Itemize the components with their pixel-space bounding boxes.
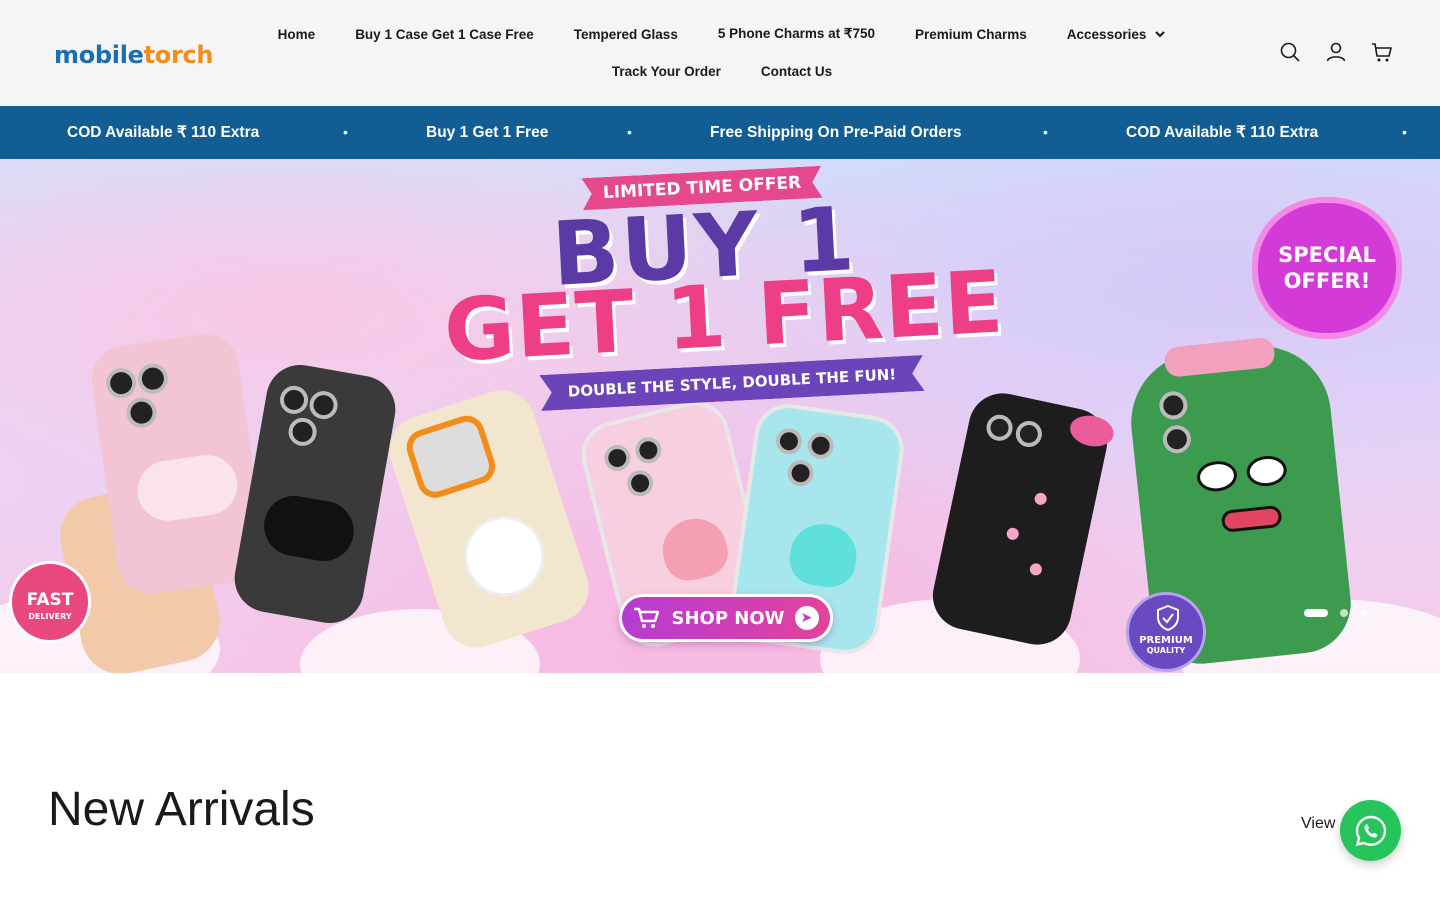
view-all-link[interactable]: View	[1301, 815, 1335, 833]
special-offer-line1: SPECIAL	[1278, 243, 1376, 267]
nav-item-accessories[interactable]: Accessories	[1047, 27, 1187, 42]
nav-item-buy1get1[interactable]: Buy 1 Case Get 1 Case Free	[335, 27, 554, 42]
hero-banner[interactable]: LIMITED TIME OFFER BUY 1 GET 1 FREE DOUB…	[0, 159, 1440, 673]
cart-icon	[634, 607, 660, 628]
fast-delivery-badge: FAST DELIVERY	[9, 561, 91, 643]
black-fluffy-case	[229, 359, 401, 629]
whatsapp-button[interactable]	[1340, 800, 1401, 861]
hero-headline-get1free: GET 1 FREE	[441, 252, 1007, 382]
nav-item-contact-us[interactable]: Contact Us	[741, 64, 852, 79]
shop-now-label: SHOP NOW	[671, 607, 785, 629]
logo-text-torch: torch	[143, 41, 214, 69]
cart-icon[interactable]	[1370, 40, 1394, 64]
header-icons	[1278, 40, 1394, 64]
nav-item-track-order[interactable]: Track Your Order	[592, 64, 741, 79]
logo[interactable]: mobile torch	[54, 38, 214, 72]
nav-item-tempered-glass[interactable]: Tempered Glass	[554, 27, 698, 42]
announcement-item: Buy 1 Get 1 Free	[426, 124, 549, 141]
announcement-item: COD Available ₹ 110 Extra	[1126, 124, 1319, 141]
premium-quality-line2: QUALITY	[1146, 646, 1186, 655]
nav-item-home[interactable]: Home	[258, 27, 336, 42]
minnie-case	[926, 387, 1117, 651]
account-icon[interactable]	[1324, 40, 1348, 64]
slider-dots	[1304, 609, 1368, 617]
main-nav: Home Buy 1 Case Get 1 Case Free Tempered…	[262, 18, 1182, 87]
premium-quality-line1: PREMIUM	[1139, 635, 1193, 646]
section-title-new-arrivals: New Arrivals	[48, 783, 315, 836]
announcement-separator: •	[343, 124, 348, 140]
announcement-separator: •	[1402, 124, 1407, 140]
shop-now-button[interactable]: SHOP NOW ➤	[619, 594, 833, 642]
search-icon[interactable]	[1278, 40, 1302, 64]
announcement-bar: COD Available ₹ 110 Extra • Buy 1 Get 1 …	[0, 106, 1440, 159]
announcement-item: COD Available ₹ 110 Extra	[67, 124, 260, 141]
announcement-item: Free Shipping On Pre-Paid Orders	[710, 124, 962, 141]
slider-dot-1[interactable]	[1304, 609, 1328, 617]
nav-item-phone-charms[interactable]: 5 Phone Charms at ₹750	[698, 26, 895, 42]
announcement-separator: •	[1043, 124, 1048, 140]
nav-row-1: Home Buy 1 Case Get 1 Case Free Tempered…	[262, 18, 1182, 50]
fast-delivery-line2: DELIVERY	[28, 612, 72, 621]
premium-quality-badge: PREMIUM QUALITY	[1126, 592, 1206, 672]
arrow-right-icon: ➤	[794, 606, 819, 630]
announcement-separator: •	[627, 124, 632, 140]
chevron-down-icon	[1155, 31, 1166, 38]
special-offer-line2: OFFER!	[1283, 269, 1371, 293]
fast-delivery-line1: FAST	[26, 590, 74, 610]
shield-icon	[1157, 605, 1179, 631]
site-header: mobile torch Home Buy 1 Case Get 1 Case F…	[0, 0, 1440, 106]
logo-text-mobile: mobile	[54, 41, 144, 69]
whatsapp-icon	[1355, 815, 1386, 846]
special-offer-badge: SPECIAL OFFER!	[1258, 203, 1396, 333]
slider-dot-3[interactable]	[1360, 609, 1368, 617]
nav-item-accessories-label: Accessories	[1066, 26, 1147, 42]
nav-row-2: Track Your Order Contact Us	[262, 55, 1182, 87]
slider-dot-2[interactable]	[1340, 609, 1348, 617]
nav-item-premium-charms[interactable]: Premium Charms	[895, 27, 1047, 42]
